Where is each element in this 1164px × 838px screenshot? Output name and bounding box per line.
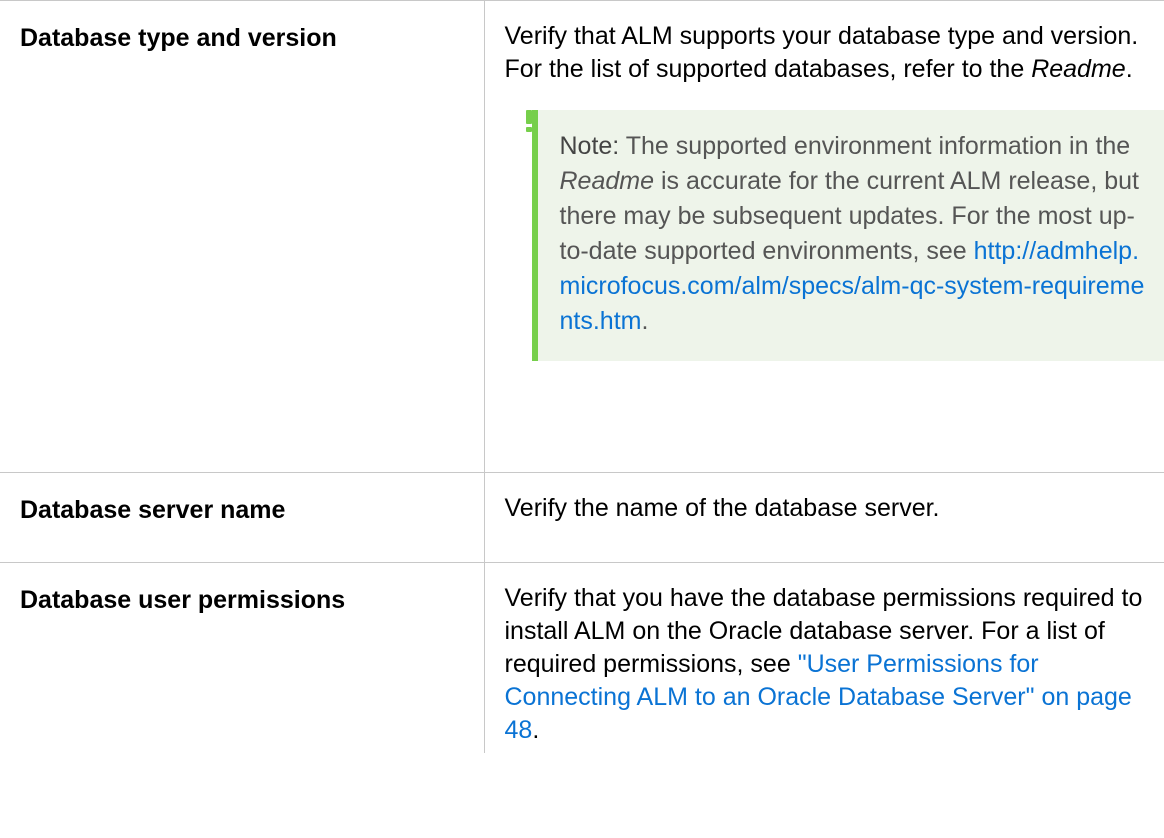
note-text-end: . [641,307,649,335]
description-database-type: Verify that ALM supports your database t… [485,1,1164,86]
note-text: The supported environment information in… [619,132,1131,160]
description-text-end: . [532,716,540,744]
description-cell: Verify the name of the database server. [483,472,1164,563]
table-row: Database type and version Verify that AL… [0,0,1164,473]
table-row: Database server name Verify the name of … [0,472,1164,563]
note-callout: Note: The supported environment informat… [522,110,1164,361]
readme-emphasis: Readme [1031,55,1126,83]
note-readme-emphasis: Readme [559,167,655,195]
term-database-type: Database type and version [20,24,337,52]
term-cell: Database user permissions [0,562,485,753]
requirements-table: Database type and version Verify that AL… [0,0,1164,753]
description-cell: Verify that you have the database permis… [483,562,1164,753]
description-database-server-name: Verify the name of the database server. [485,473,1164,525]
description-text-end: . [1125,55,1133,83]
table-row: Database user permissions Verify that yo… [0,562,1164,753]
term-cell: Database type and version [0,0,485,473]
term-database-user-permissions: Database user permissions [20,586,346,614]
exclamation-icon [525,110,532,132]
term-cell: Database server name [0,472,485,563]
note-label: Note: [559,132,620,160]
description-cell: Verify that ALM supports your database t… [483,0,1164,473]
description-text: Verify the name of the database server. [504,494,940,522]
term-database-server-name: Database server name [20,496,286,524]
description-database-user-permissions: Verify that you have the database permis… [485,563,1164,747]
note-body: Note: The supported environment informat… [531,110,1164,361]
